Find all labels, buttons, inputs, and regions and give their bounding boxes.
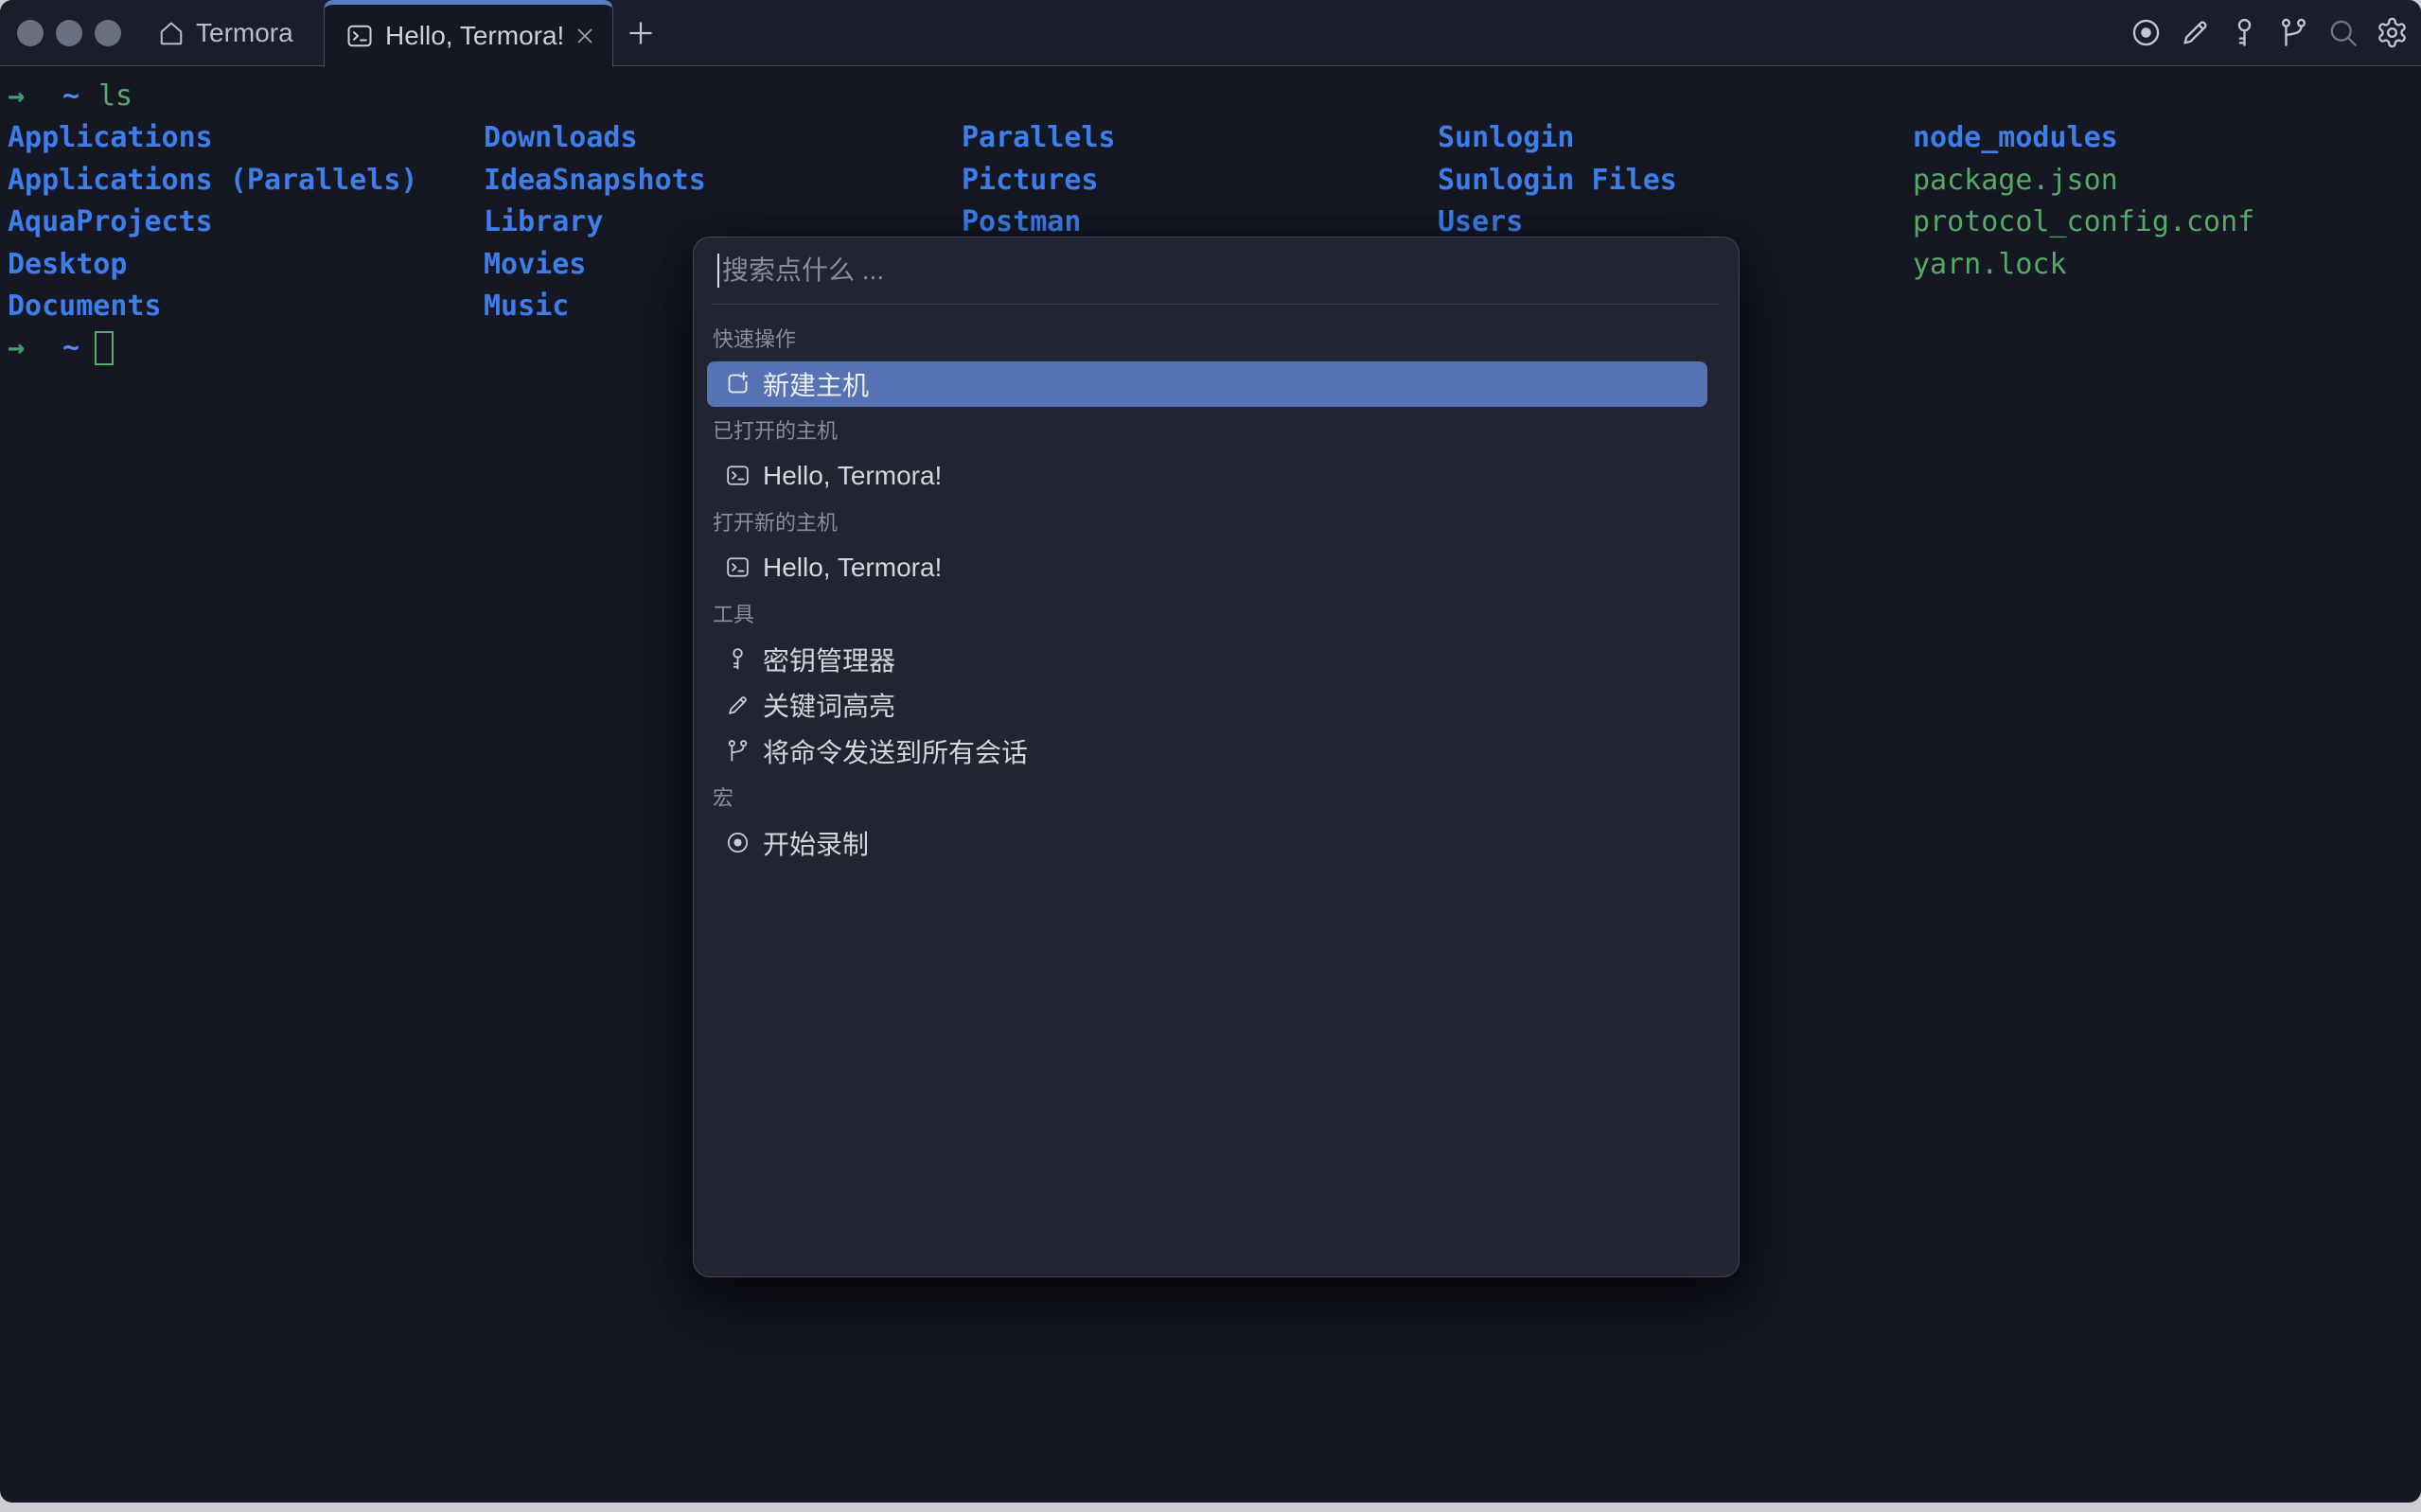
listing-directory: Music: [484, 290, 570, 323]
tab-label: Hello, Termora!: [385, 21, 565, 50]
listing-directory: node_modules: [1913, 121, 2118, 155]
palette-section-label: 已打开的主机: [713, 419, 839, 444]
traffic-lights: [17, 20, 121, 46]
prompt-arrow: →: [8, 79, 26, 113]
settings-gear-icon[interactable]: [2376, 16, 2409, 49]
app-window: Termora Hello, Termora! → ~ ls Applications…: [0, 0, 2421, 1503]
broadcast-icon[interactable]: [2277, 16, 2310, 49]
listing-directory: Sunlogin Files: [1438, 163, 1677, 197]
listing-directory: Movies: [484, 247, 587, 281]
search-icon[interactable]: [2326, 16, 2359, 49]
listing-directory: Library: [484, 205, 604, 239]
palette-section-label: 工具: [713, 603, 755, 627]
highlighter-icon: [725, 693, 751, 718]
branch-icon: [725, 738, 751, 764]
terminal-icon: [345, 22, 374, 50]
listing-file: yarn.lock: [1913, 247, 2067, 281]
text-caret: [717, 254, 719, 288]
terminal-cursor: [95, 331, 114, 366]
listing-file: protocol_config.conf: [1913, 205, 2255, 239]
terminal-line: → ~ ls: [0, 76, 2421, 117]
palette-section-label: 宏: [713, 786, 734, 811]
palette-search-input[interactable]: [722, 255, 1669, 286]
record-icon: [725, 830, 751, 855]
new-tab-button[interactable]: [625, 17, 657, 49]
tab-bar: Termora Hello, Termora!: [0, 0, 2421, 67]
key-icon: [725, 646, 751, 672]
key-manager-icon[interactable]: [2228, 16, 2261, 49]
zoom-window-button[interactable]: [95, 20, 121, 46]
palette-item[interactable]: 新建主机: [707, 360, 1707, 407]
palette-item[interactable]: 关键词高亮: [707, 682, 1707, 729]
listing-directory: Parallels: [962, 121, 1116, 155]
palette-item-label: 密钥管理器: [763, 645, 896, 676]
palette-item-label: Hello, Termora!: [763, 460, 943, 490]
palette-item[interactable]: Hello, Termora!: [707, 545, 1707, 591]
terminal-icon: [725, 554, 751, 580]
prompt-path: ~: [62, 331, 80, 365]
record-macro-icon[interactable]: [2129, 16, 2163, 49]
listing-directory: Applications (Parallels): [8, 163, 418, 197]
listing-directory: IdeaSnapshots: [484, 163, 706, 197]
terminal-line: Applications (Parallels) IdeaSnapshots Pic…: [0, 160, 2421, 202]
listing-directory: Pictures: [962, 163, 1099, 197]
palette-item-label: 新建主机: [763, 370, 870, 400]
listing-directory: Applications: [8, 121, 213, 155]
palette-item-label: 关键词高亮: [763, 692, 896, 722]
palette-item-label: Hello, Termora!: [763, 552, 943, 582]
palette-item[interactable]: 密钥管理器: [707, 637, 1707, 683]
listing-directory: AquaProjects: [8, 205, 213, 239]
palette-item-label: 开始录制: [763, 829, 870, 859]
palette-search-row: [694, 237, 1739, 304]
palette-section-label: 快速操作: [713, 327, 797, 352]
app-home-tab[interactable]: Termora: [157, 0, 293, 65]
keyword-highlight-icon[interactable]: [2179, 16, 2212, 49]
command-palette: 快速操作新建主机已打开的主机 Hello, Termora! 打开新的主机 Hello…: [693, 237, 1740, 1277]
command-text: ls: [98, 79, 133, 113]
app-name-label: Termora: [196, 17, 293, 47]
toolbar: [2129, 0, 2409, 65]
prompt-arrow: →: [8, 331, 26, 365]
listing-directory: Downloads: [484, 121, 638, 155]
palette-item-label: 将命令发送到所有会话: [763, 737, 1029, 767]
listing-directory: Documents: [8, 290, 162, 323]
palette-item[interactable]: Hello, Termora!: [707, 453, 1707, 500]
prompt-path: ~: [62, 79, 80, 113]
close-window-button[interactable]: [17, 20, 44, 46]
close-tab-icon[interactable]: [573, 24, 597, 48]
tab-hello-termora[interactable]: Hello, Termora!: [324, 0, 613, 67]
terminal-icon: [725, 463, 751, 488]
palette-item[interactable]: 开始录制: [707, 820, 1707, 867]
minimize-window-button[interactable]: [56, 20, 82, 46]
listing-directory: Sunlogin: [1438, 121, 1575, 155]
listing-directory: Desktop: [8, 247, 128, 281]
listing-file: package.json: [1913, 163, 2118, 197]
terminal-line: Applications Downloads Parallels Sunlogin no…: [0, 117, 2421, 159]
palette-list: 快速操作新建主机已打开的主机 Hello, Termora! 打开新的主机 Hello…: [694, 305, 1739, 866]
palette-item[interactable]: 将命令发送到所有会话: [707, 729, 1707, 775]
palette-section-label: 打开新的主机: [713, 511, 839, 536]
home-icon: [157, 19, 186, 47]
new-host-icon: [725, 371, 751, 396]
